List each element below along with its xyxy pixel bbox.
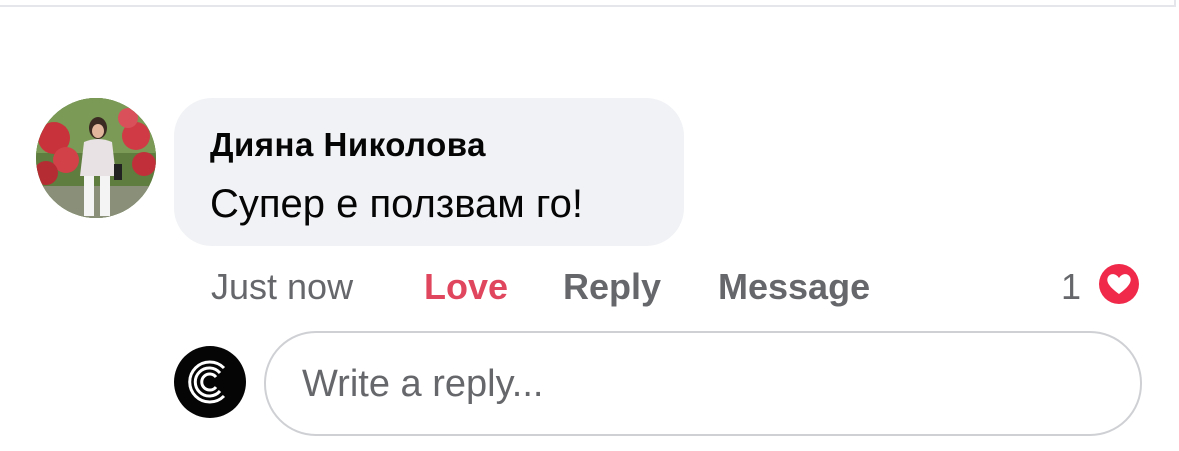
comment-bubble: Дияна Николова Супер е ползвам го!	[174, 98, 684, 246]
reply-input-placeholder: Write a reply...	[302, 363, 544, 405]
avatar-photo	[36, 98, 156, 218]
comment-text: Супер е ползвам го!	[210, 182, 583, 226]
brand-logo-icon	[174, 346, 246, 418]
comment-timestamp[interactable]: Just now	[211, 266, 353, 308]
heart-icon[interactable]	[1094, 259, 1144, 309]
previous-item-divider	[0, 0, 1176, 7]
reaction-count[interactable]: 1	[1061, 266, 1081, 308]
comment-author-name[interactable]: Дияна Николова	[210, 126, 486, 164]
reply-button[interactable]: Reply	[563, 266, 661, 308]
reply-input[interactable]: Write a reply...	[264, 331, 1142, 436]
comment-actions-bar: Just now Love Reply Message 1	[0, 266, 1179, 308]
message-button[interactable]: Message	[718, 266, 870, 308]
love-reaction-button[interactable]: Love	[424, 266, 508, 308]
commenter-avatar[interactable]	[36, 98, 156, 218]
current-user-avatar[interactable]	[174, 346, 246, 418]
